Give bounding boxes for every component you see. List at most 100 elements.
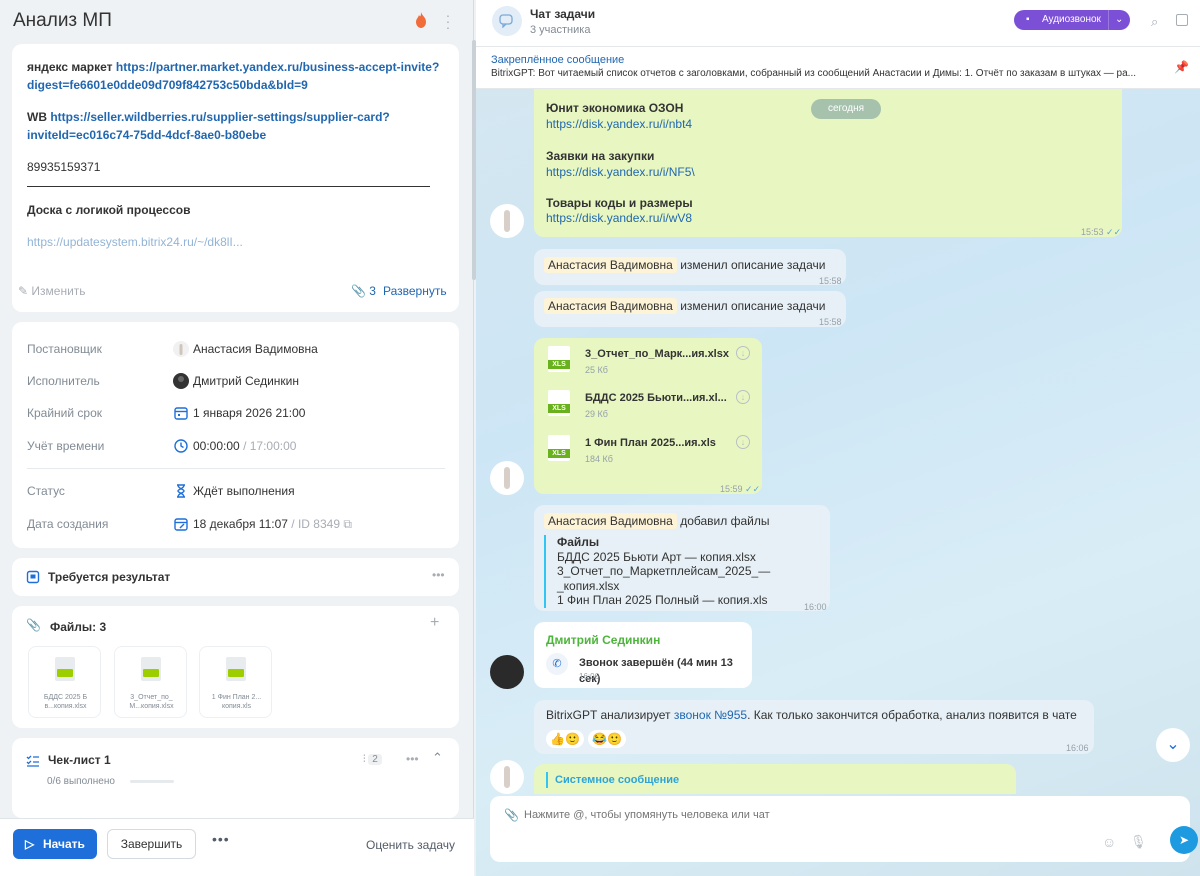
add-icon[interactable]: + bbox=[430, 614, 439, 632]
xlsx-icon bbox=[55, 657, 75, 681]
files-message: XLS 3_Отчет_по_Марк...ия.xlsx 25 Кб ↓ XL… bbox=[534, 338, 762, 494]
time-value[interactable]: 00:00:00 / 17:00:00 bbox=[193, 438, 296, 454]
system-text: Анастасия Вадимовна изменил описание зад… bbox=[544, 257, 825, 273]
expand-button[interactable]: Развернуть bbox=[383, 284, 447, 298]
download-icon[interactable]: ↓ bbox=[736, 435, 750, 449]
file-name[interactable]: БДДС 2025 Бьюти...ия.xl... bbox=[585, 390, 727, 406]
task-panel: Анализ МП · · · яндекс маркет https://part… bbox=[0, 0, 476, 876]
yandex-link[interactable]: https://partner.market.yandex.ru/busines… bbox=[116, 60, 439, 74]
finish-button[interactable]: Завершить bbox=[107, 829, 196, 859]
user-mention[interactable]: Анастасия Вадимовна bbox=[544, 298, 677, 314]
call-link[interactable]: звонок №955 bbox=[674, 708, 747, 722]
files-section: 📎 Файлы: 3 + БДДС 2025 Б в...копия.xlsx … bbox=[12, 606, 459, 728]
microphone-icon[interactable]: 🎙 bbox=[1130, 834, 1147, 850]
more-icon[interactable]: ••• bbox=[432, 568, 445, 582]
fire-icon[interactable] bbox=[414, 12, 428, 28]
message-time: 15:58 bbox=[819, 276, 842, 286]
gpt-post: . Как только закончится обработка, анали… bbox=[747, 708, 1077, 722]
wb-label: WB bbox=[27, 110, 47, 124]
quote-line: БДДС 2025 Бьюти Арт — копия.xlsx bbox=[557, 549, 756, 564]
system-action: изменил описание задачи bbox=[680, 299, 826, 313]
yandex-link-cont[interactable]: digest=fe6601e0dde09d709f842753c50bda&bI… bbox=[27, 78, 308, 92]
reaction-like[interactable]: 👍🙂 bbox=[546, 730, 584, 748]
chat-participants[interactable]: 3 участника bbox=[530, 24, 590, 36]
avatar[interactable] bbox=[490, 655, 524, 689]
xlsx-icon bbox=[141, 657, 161, 681]
file-thumb[interactable]: 3_Отчет_по_ М...копия.xlsx bbox=[114, 646, 187, 718]
quote-title: Файлы bbox=[557, 535, 600, 549]
send-button[interactable]: ➤ bbox=[1170, 826, 1198, 854]
avatar bbox=[173, 373, 189, 389]
pinned-message[interactable]: Закреплённое сообщение BitrixGPT: Вот чи… bbox=[476, 47, 1200, 89]
board-link[interactable]: https://updatesystem.bitrix24.ru/~/dk8lI… bbox=[27, 235, 243, 249]
author-name[interactable]: Дмитрий Сединкин bbox=[546, 632, 660, 648]
avatar[interactable] bbox=[490, 204, 524, 238]
wb-link-cont[interactable]: inviteId=ec016c74-75dd-4dcf-8ae0-b80ebe bbox=[27, 128, 266, 142]
message-time: 16:06 bbox=[1066, 743, 1089, 753]
files-label: Файлы: 3 bbox=[50, 620, 107, 634]
system-text: Анастасия Вадимовна изменил описание зад… bbox=[544, 298, 825, 314]
more-vertical-icon[interactable]: · · · bbox=[444, 8, 452, 34]
avatar[interactable] bbox=[490, 760, 524, 794]
assignee-value[interactable]: Дмитрий Сединкин bbox=[193, 373, 299, 389]
download-icon[interactable]: ↓ bbox=[736, 346, 750, 360]
created-value: 18 декабря 11:07 / ID 8349 ⧉ bbox=[193, 516, 352, 532]
checklist-members-icon[interactable]: ⫶ 2 bbox=[363, 754, 382, 765]
result-required[interactable]: Требуется результат ••• bbox=[12, 558, 459, 596]
disk-link[interactable]: https://disk.yandex.ru/i/wV8 bbox=[546, 210, 692, 226]
rate-task-button[interactable]: Оценить задачу bbox=[366, 838, 455, 852]
file-thumb[interactable]: БДДС 2025 Б в...копия.xlsx bbox=[28, 646, 101, 718]
paperclip-icon[interactable]: 📎 bbox=[504, 808, 519, 822]
checklist-progress-bar bbox=[130, 780, 174, 783]
avatar bbox=[173, 341, 189, 357]
reaction-laugh[interactable]: 😂🙂 bbox=[588, 730, 626, 748]
avatar[interactable] bbox=[490, 461, 524, 495]
start-button[interactable]: ▷ Начать bbox=[13, 829, 97, 859]
quote-block: Файлы БДДС 2025 Бьюти Арт — копия.xlsx 3… bbox=[544, 535, 830, 608]
disk-link[interactable]: https://disk.yandex.ru/i/nbt4 bbox=[546, 116, 692, 132]
gpt-text: BitrixGPT анализирует звонок №955. Как т… bbox=[546, 707, 1077, 723]
result-icon bbox=[26, 570, 40, 584]
deadline-value[interactable]: 1 января 2026 21:00 bbox=[193, 405, 305, 421]
file-name: БДДС 2025 Б в...копия.xlsx bbox=[43, 694, 88, 710]
file-size: 29 Кб bbox=[585, 409, 608, 419]
download-icon[interactable]: ↓ bbox=[736, 390, 750, 404]
quote-line: 3_Отчет_по_Маркетплейсам_2025_—_копия.xl… bbox=[557, 564, 771, 593]
user-mention[interactable]: Анастасия Вадимовна bbox=[544, 257, 677, 273]
message-time: 16:00 bbox=[804, 602, 827, 612]
more-icon[interactable]: ••• bbox=[212, 831, 230, 847]
pinned-title: Закреплённое сообщение bbox=[491, 54, 625, 66]
system-action: добавил файлы bbox=[680, 514, 770, 528]
chevron-down-icon[interactable]: ⌄ bbox=[1108, 10, 1123, 30]
copy-icon[interactable]: ⧉ bbox=[343, 517, 352, 531]
system-message: BitrixGPT анализирует звонок №955. Как т… bbox=[534, 700, 1094, 754]
disk-link[interactable]: https://disk.yandex.ru/i/NF5\ bbox=[546, 164, 695, 180]
edit-label: Изменить bbox=[31, 284, 86, 298]
pin-icon[interactable]: 📌 bbox=[1174, 60, 1189, 74]
msg-heading: Юнит экономика ОЗОН bbox=[546, 101, 684, 115]
task-title: Анализ МП bbox=[13, 10, 112, 31]
more-icon[interactable]: ••• bbox=[406, 752, 419, 766]
file-name[interactable]: 1 Фин План 2025...ия.xls bbox=[585, 435, 716, 451]
checklist-title[interactable]: Чек-лист 1 bbox=[48, 753, 111, 767]
file-name: 3_Отчет_по_ М...копия.xlsx bbox=[129, 694, 174, 710]
audio-call-button[interactable]: ▪ Аудиозвонок ⌄ bbox=[1014, 10, 1130, 30]
chevron-up-icon[interactable]: ⌃ bbox=[432, 750, 443, 766]
search-icon[interactable]: ⌕ bbox=[1151, 14, 1158, 30]
edit-button[interactable]: ✎ Изменить bbox=[18, 284, 86, 298]
phone: 89935159371 bbox=[27, 160, 101, 174]
calendar-edit-icon bbox=[174, 518, 188, 531]
message-input[interactable] bbox=[524, 804, 1124, 826]
pinned-text: BitrixGPT: Вот читаемый список отчетов с… bbox=[491, 68, 1136, 79]
file-thumb[interactable]: 1 Фин План 2... копия.xls bbox=[199, 646, 272, 718]
creator-value[interactable]: Анастасия Вадимовна bbox=[193, 341, 318, 357]
sidebar-toggle-icon[interactable] bbox=[1176, 14, 1188, 26]
scroll-down-button[interactable]: ⌄ bbox=[1156, 728, 1190, 762]
file-name[interactable]: 3_Отчет_по_Марк...ия.xlsx bbox=[585, 346, 729, 362]
wb-link[interactable]: https://seller.wildberries.ru/supplier-s… bbox=[50, 110, 389, 124]
read-check-icon: ✓✓ bbox=[1106, 227, 1122, 237]
user-mention[interactable]: Анастасия Вадимовна bbox=[544, 513, 677, 529]
time-sep: / bbox=[243, 439, 247, 453]
emoji-icon[interactable]: ☺ bbox=[1102, 834, 1116, 850]
attachments-count[interactable]: 📎 3 bbox=[351, 284, 376, 298]
